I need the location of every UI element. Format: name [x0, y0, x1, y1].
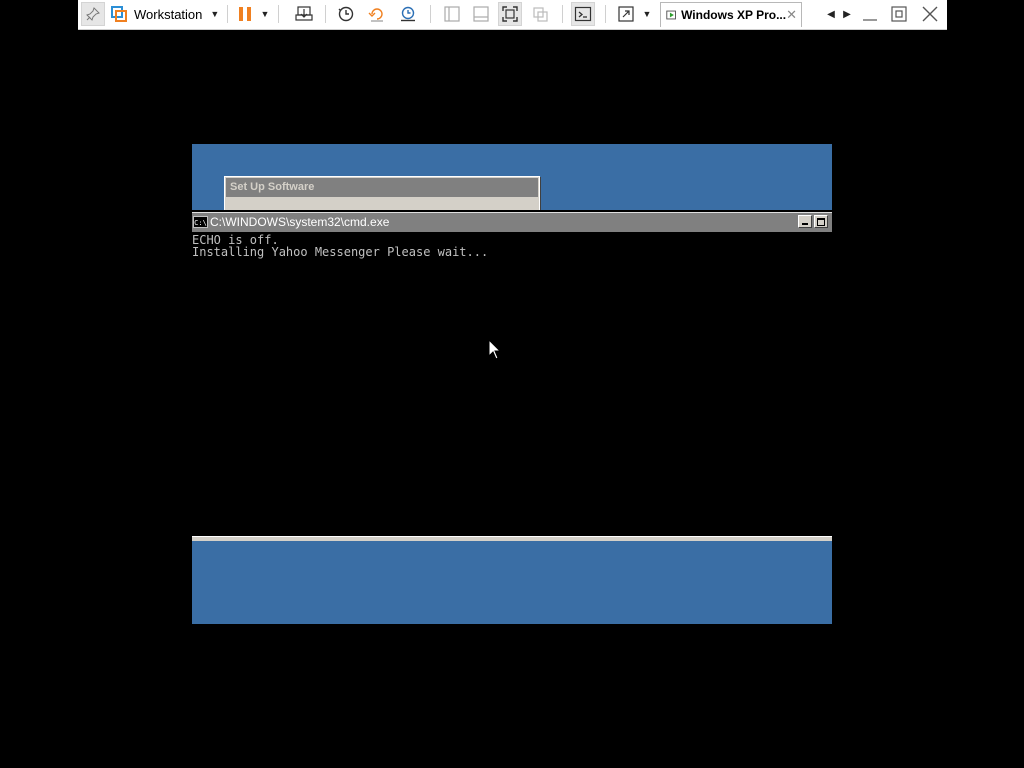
console-line: Installing Yahoo Messenger Please wait..…: [192, 245, 489, 259]
pause-icon: [239, 7, 251, 21]
minimize-window-button[interactable]: [860, 2, 880, 26]
cmd-console-output[interactable]: ECHO is off. Installing Yahoo Messenger …: [192, 234, 832, 538]
library-panel-icon: [444, 6, 460, 22]
close-icon: [922, 6, 938, 22]
toolbar-divider: [562, 5, 563, 23]
unity-icon: [533, 7, 548, 22]
snapshot-clock-icon: [338, 6, 354, 22]
stretch-options-dropdown[interactable]: ▼: [640, 2, 654, 26]
restore-window-button[interactable]: [889, 2, 909, 26]
setup-window-title: Set Up Software: [226, 178, 538, 197]
chevron-down-icon: ▼: [642, 9, 652, 19]
workstation-label: Workstation: [134, 6, 203, 22]
send-keys-icon: [295, 6, 313, 21]
cmd-window-title: C:\WINDOWS\system32\cmd.exe: [210, 215, 390, 229]
toolbar-divider: [430, 5, 431, 23]
workstation-menu[interactable]: Workstation ▼: [109, 2, 221, 26]
take-snapshot-button[interactable]: [334, 2, 358, 26]
pin-toolbar-button[interactable]: [81, 2, 105, 26]
revert-snapshot-button[interactable]: [365, 2, 389, 26]
vmware-toolbar: Workstation ▼ ▼ ▼ Windows XP Pro... ✕ ◀ …: [78, 0, 947, 30]
pin-icon: [86, 7, 100, 21]
revert-snapshot-icon: [368, 8, 383, 22]
cmd-maximize-button[interactable]: [814, 215, 828, 228]
pause-button[interactable]: [234, 2, 256, 26]
arrow-right-icon: ▶: [843, 8, 851, 20]
chevron-down-icon: ▼: [260, 9, 270, 19]
cmd-app-icon: C:\: [193, 216, 208, 228]
arrow-left-icon: ◀: [827, 8, 835, 20]
unity-mode-button[interactable]: [528, 2, 552, 26]
guest-desktop[interactable]: Set Up Software C:\ C:\WINDOWS\system32\…: [192, 144, 832, 624]
console-view-button[interactable]: [571, 2, 595, 26]
toolbar-divider: [605, 5, 606, 23]
chevron-down-icon: ▼: [210, 9, 220, 19]
toolbar-divider: [227, 5, 228, 23]
close-tab-icon[interactable]: ✕: [786, 7, 797, 23]
tab-scroll-right-button[interactable]: ▶: [840, 2, 854, 26]
toolbar-divider: [278, 5, 279, 23]
console-icon: [574, 6, 592, 22]
tab-scroll-left-button[interactable]: ◀: [824, 2, 838, 26]
show-library-button[interactable]: [440, 2, 464, 26]
minimize-icon: [863, 19, 877, 21]
snapshot-manager-icon: [401, 6, 415, 22]
thumbnail-bar-icon: [473, 6, 489, 22]
full-screen-icon: [502, 6, 518, 22]
close-window-button[interactable]: [919, 2, 941, 26]
vm-tab-label: Windows XP Pro...: [681, 8, 787, 22]
mouse-pointer-icon: [488, 339, 502, 360]
stretch-guest-button[interactable]: [615, 2, 637, 26]
restore-icon: [891, 6, 907, 22]
show-thumbnail-bar-button[interactable]: [469, 2, 493, 26]
stretch-icon: [618, 6, 634, 22]
vm-running-icon: [666, 10, 676, 20]
cmd-minimize-button[interactable]: [798, 215, 812, 228]
toolbar-divider: [325, 5, 326, 23]
cmd-window[interactable]: C:\ C:\WINDOWS\system32\cmd.exe ECHO is …: [192, 210, 832, 538]
cmd-titlebar[interactable]: C:\ C:\WINDOWS\system32\cmd.exe: [192, 212, 832, 232]
vm-tab-windows-xp[interactable]: Windows XP Pro... ✕: [660, 2, 802, 27]
full-screen-button[interactable]: [498, 2, 522, 26]
snapshot-manager-button[interactable]: [396, 2, 420, 26]
cmd-window-bottom-border: [192, 536, 832, 541]
power-options-dropdown[interactable]: ▼: [258, 2, 272, 26]
send-ctrl-alt-del-button[interactable]: [292, 2, 316, 26]
vmware-logo-icon: [111, 5, 127, 22]
